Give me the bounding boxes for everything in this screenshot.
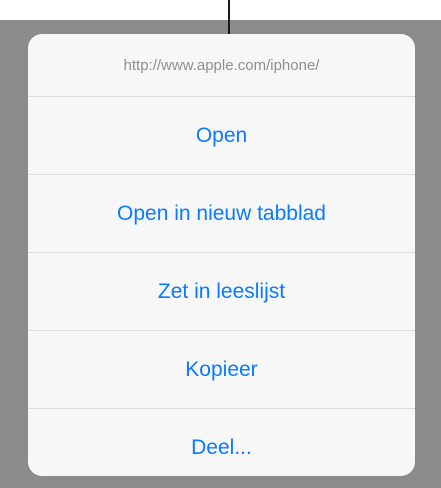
- link-context-menu: http://www.apple.com/iphone/ Open Open i…: [28, 34, 415, 476]
- add-to-reading-list-button[interactable]: Zet in leeslijst: [28, 253, 415, 331]
- share-link-button[interactable]: Deel...: [28, 409, 415, 476]
- open-in-new-tab-label: Open in nieuw tabblad: [117, 201, 326, 225]
- link-url-header: http://www.apple.com/iphone/: [28, 34, 415, 97]
- link-url-text: http://www.apple.com/iphone/: [123, 56, 320, 74]
- copy-link-label: Kopieer: [185, 357, 258, 381]
- copy-link-button[interactable]: Kopieer: [28, 331, 415, 409]
- open-link-button[interactable]: Open: [28, 97, 415, 175]
- open-link-label: Open: [195, 123, 248, 147]
- add-to-reading-list-label: Zet in leeslijst: [157, 279, 286, 303]
- open-in-new-tab-button[interactable]: Open in nieuw tabblad: [28, 175, 415, 253]
- share-link-label: Deel...: [191, 435, 252, 459]
